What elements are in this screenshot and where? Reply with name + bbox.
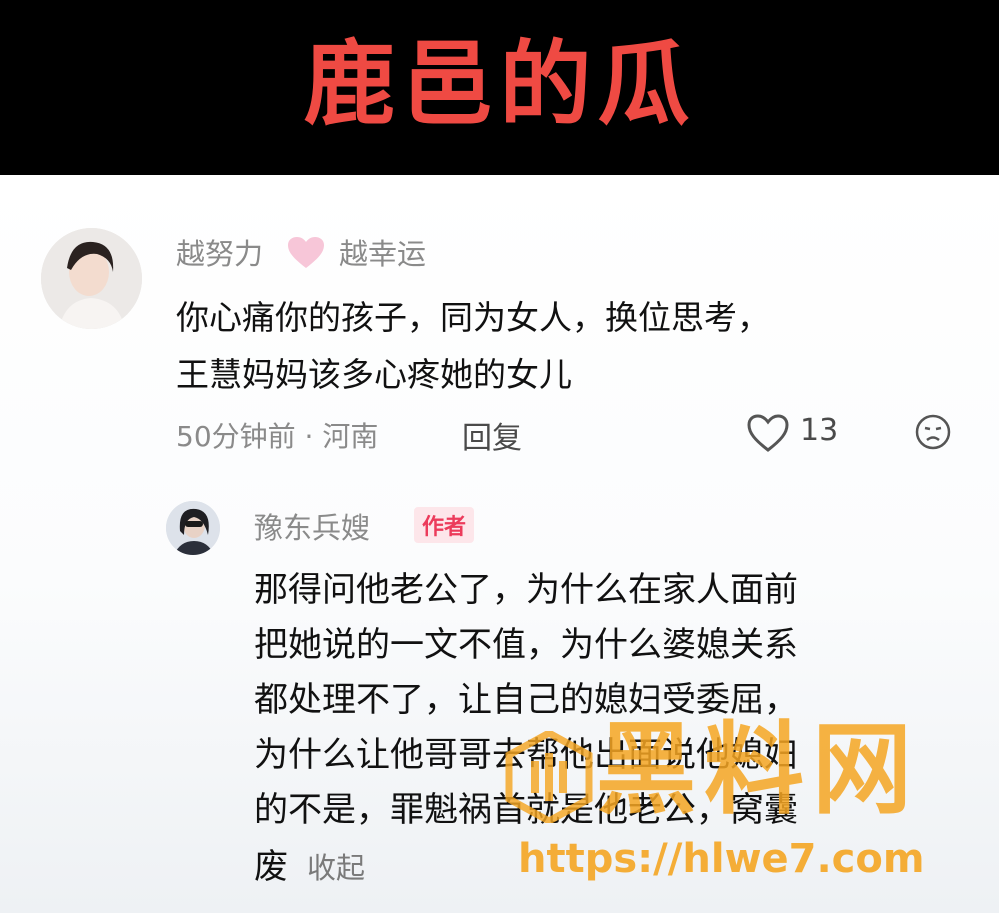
comment-text-line-1: 你心痛你的孩子，同为女人，换位思考， [176, 298, 770, 337]
author-badge: 作者 [414, 507, 475, 543]
title-banner: 鹿邑的瓜 [0, 0, 999, 175]
reply-text-line-6: 废 [254, 847, 288, 887]
comment-text-line-2: 王慧妈妈该多心疼她的女儿 [176, 355, 572, 394]
user-avatar[interactable] [41, 228, 142, 329]
reply-username[interactable]: 豫东兵嫂 [254, 505, 370, 547]
reply-text-line-2: 把她说的一文不值，为什么婆媳关系 [254, 625, 798, 665]
reply-button[interactable]: 回复 [462, 413, 522, 457]
watermark-logo [505, 731, 593, 823]
collapse-button[interactable]: 收起 [307, 845, 365, 887]
heart-like-icon[interactable] [747, 413, 789, 453]
dislike-face-icon[interactable] [914, 413, 952, 451]
watermark-text: 黑料网 [596, 711, 920, 828]
banner-title: 鹿邑的瓜 [303, 30, 696, 138]
watermark-url: https://hlwe7.com [518, 836, 925, 882]
comment-username-suffix: 越幸运 [339, 237, 427, 271]
like-count: 13 [800, 413, 839, 448]
heart-emoji-icon [288, 237, 324, 268]
author-avatar[interactable] [166, 501, 220, 555]
reply-text-line-1: 那得问他老公了，为什么在家人面前 [254, 570, 798, 610]
comment-username[interactable]: 越努力 [176, 231, 263, 273]
comment-meta: 50分钟前 · 河南 [176, 420, 379, 453]
